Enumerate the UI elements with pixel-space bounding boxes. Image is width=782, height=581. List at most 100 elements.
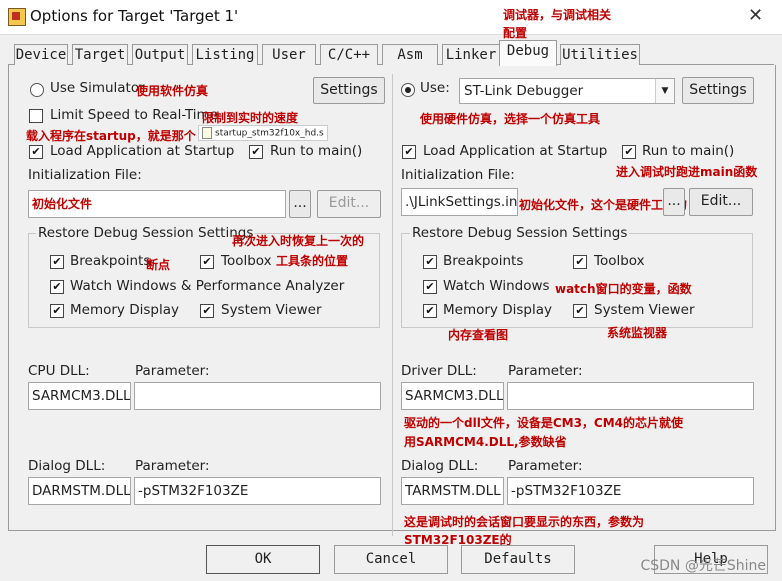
right-dialog-param-label: Parameter: — [508, 458, 583, 474]
right-load-app-label: Load Application at Startup — [423, 143, 608, 159]
driver-param-input[interactable] — [507, 382, 754, 410]
window-title: Options for Target 'Target 1' — [30, 7, 239, 25]
debugger-select[interactable]: ST-Link Debugger ▼ — [459, 78, 675, 104]
right-run-to-main-checkbox[interactable]: ✔ — [622, 145, 636, 159]
right-breakpoints-checkbox[interactable]: ✔ — [423, 255, 437, 269]
annotation-watch: watch窗口的变量，函数 — [555, 282, 692, 296]
debugger-settings-button[interactable]: Settings — [682, 77, 754, 104]
left-toolbox-label: Toolbox — [221, 253, 272, 269]
right-edit-button[interactable]: Edit... — [689, 188, 753, 216]
left-dialog-param-input[interactable]: -pSTM32F103ZE — [134, 477, 381, 505]
tab-user[interactable]: User — [262, 44, 316, 65]
right-load-app-checkbox[interactable]: ✔ — [402, 145, 416, 159]
left-load-app-label: Load Application at Startup — [50, 143, 235, 159]
cpu-dll-input[interactable]: SARMCM3.DLL — [28, 382, 131, 410]
app-icon — [8, 8, 26, 26]
left-restore-title: Restore Debug Session Settings — [36, 225, 256, 241]
right-watch-checkbox[interactable]: ✔ — [423, 280, 437, 294]
tab-linker[interactable]: Linker — [442, 44, 500, 65]
annotation-load-program: 载入程序在startup，就是那个 — [26, 129, 196, 143]
right-dialog-dll-input[interactable]: TARMSTM.DLL — [401, 477, 504, 505]
annotation-driver-2: 用SARMCM4.DLL,参数缺省 — [404, 435, 567, 449]
tab-asm[interactable]: Asm — [382, 44, 438, 65]
limit-speed-label: Limit Speed to Real-Time — [50, 107, 218, 123]
annotation-simulator: 使用软件仿真 — [136, 84, 209, 98]
cancel-button[interactable]: Cancel — [334, 545, 448, 574]
driver-dll-input[interactable]: SARMCM3.DLL — [401, 382, 504, 410]
close-icon[interactable]: ✕ — [748, 5, 763, 26]
limit-speed-checkbox[interactable] — [29, 109, 43, 123]
left-memory-label: Memory Display — [70, 302, 179, 318]
right-watch-label: Watch Windows — [443, 278, 550, 294]
left-browse-button[interactable]: ... — [289, 190, 311, 218]
annotation-hw-init: 初始化文件，这个是硬件工具的 — [519, 198, 688, 212]
right-run-to-main-label: Run to main() — [642, 143, 735, 159]
left-edit-button[interactable]: Edit... — [317, 190, 381, 218]
right-browse-button[interactable]: ... — [663, 188, 685, 216]
ok-button[interactable]: OK — [206, 545, 320, 574]
left-breakpoints-checkbox[interactable]: ✔ — [50, 255, 64, 269]
use-simulator-label: Use Simulator — [50, 80, 145, 96]
tab-cpp[interactable]: C/C++ — [320, 44, 378, 65]
left-load-app-checkbox[interactable]: ✔ — [29, 145, 43, 159]
tab-device[interactable]: Device — [14, 44, 68, 65]
annotation-dialog-1: 这是调试时的会话窗口要显示的东西，参数为 — [404, 515, 645, 529]
annotation-restore: 再次进入时恢复上一次的 — [232, 234, 365, 248]
annotation-hardware: 使用硬件仿真，选择一个仿真工具 — [420, 112, 601, 126]
right-init-file-input[interactable]: .\JLinkSettings.ini — [401, 188, 518, 216]
debugger-select-value: ST-Link Debugger — [464, 83, 584, 99]
tab-listing[interactable]: Listing — [192, 44, 258, 65]
use-simulator-radio[interactable] — [30, 83, 44, 97]
left-dialog-dll-input[interactable]: DARMSTM.DLL — [28, 477, 131, 505]
chevron-down-icon[interactable]: ▼ — [655, 79, 674, 103]
simulator-settings-button[interactable]: Settings — [313, 77, 385, 104]
left-toolbox-checkbox[interactable]: ✔ — [200, 255, 214, 269]
right-breakpoints-label: Breakpoints — [443, 253, 524, 269]
startup-file-chip: startup_stm32f10x_hd.s — [198, 125, 328, 141]
column-divider — [392, 74, 393, 536]
annotation-debug-tab-2: 配置 — [503, 26, 528, 40]
left-init-file-input[interactable]: 初始化文件 — [28, 190, 286, 218]
right-memory-label: Memory Display — [443, 302, 552, 318]
right-sysviewer-checkbox[interactable]: ✔ — [573, 304, 587, 318]
tab-target[interactable]: Target — [72, 44, 128, 65]
left-sysviewer-checkbox[interactable]: ✔ — [200, 304, 214, 318]
annotation-memory: 内存查看图 — [448, 328, 509, 342]
right-dialog-param-input[interactable]: -pSTM32F103ZE — [507, 477, 754, 505]
annotation-run-main: 进入调试时跑进main函数 — [616, 165, 758, 179]
driver-dll-label: Driver DLL: — [401, 363, 477, 379]
right-dialog-dll-label: Dialog DLL: — [401, 458, 479, 474]
annotation-breakpoints: 断点 — [146, 258, 171, 272]
annotation-sysviewer: 系统监视器 — [607, 326, 668, 340]
use-debugger-radio[interactable] — [401, 83, 415, 97]
watermark: CSDN @光芒Shine — [640, 558, 766, 574]
left-dialog-param-label: Parameter: — [135, 458, 210, 474]
annotation-debug-tab-1: 调试器，与调试相关 — [503, 8, 612, 22]
right-toolbox-checkbox[interactable]: ✔ — [573, 255, 587, 269]
tab-debug[interactable]: Debug — [499, 40, 557, 66]
left-watch-checkbox[interactable]: ✔ — [50, 280, 64, 294]
annotation-driver-1: 驱动的一个dll文件，设备是CM3，CM4的芯片就使 — [404, 416, 684, 430]
left-sysviewer-label: System Viewer — [221, 302, 322, 318]
cpu-dll-label: CPU DLL: — [28, 363, 90, 379]
right-toolbox-label: Toolbox — [594, 253, 645, 269]
left-breakpoints-label: Breakpoints — [70, 253, 151, 269]
left-memory-checkbox[interactable]: ✔ — [50, 304, 64, 318]
tab-utilities[interactable]: Utilities — [560, 44, 640, 65]
left-run-to-main-checkbox[interactable]: ✔ — [249, 145, 263, 159]
defaults-button[interactable]: Defaults — [461, 545, 575, 574]
right-init-file-label: Initialization File: — [401, 167, 515, 183]
cpu-param-label: Parameter: — [135, 363, 210, 379]
right-restore-title: Restore Debug Session Settings — [410, 225, 630, 241]
left-init-file-label: Initialization File: — [28, 167, 142, 183]
right-sysviewer-label: System Viewer — [594, 302, 695, 318]
cpu-param-input[interactable] — [134, 382, 381, 410]
startup-file-name: startup_stm32f10x_hd.s — [215, 128, 324, 139]
left-init-file-value: 初始化文件 — [32, 197, 93, 211]
file-icon — [202, 127, 212, 139]
right-memory-checkbox[interactable]: ✔ — [423, 304, 437, 318]
left-watch-label: Watch Windows & Performance Analyzer — [70, 278, 345, 294]
annotation-limit-speed: 限制到实时的速度 — [202, 111, 299, 125]
left-run-to-main-label: Run to main() — [270, 143, 363, 159]
tab-output[interactable]: Output — [132, 44, 188, 65]
